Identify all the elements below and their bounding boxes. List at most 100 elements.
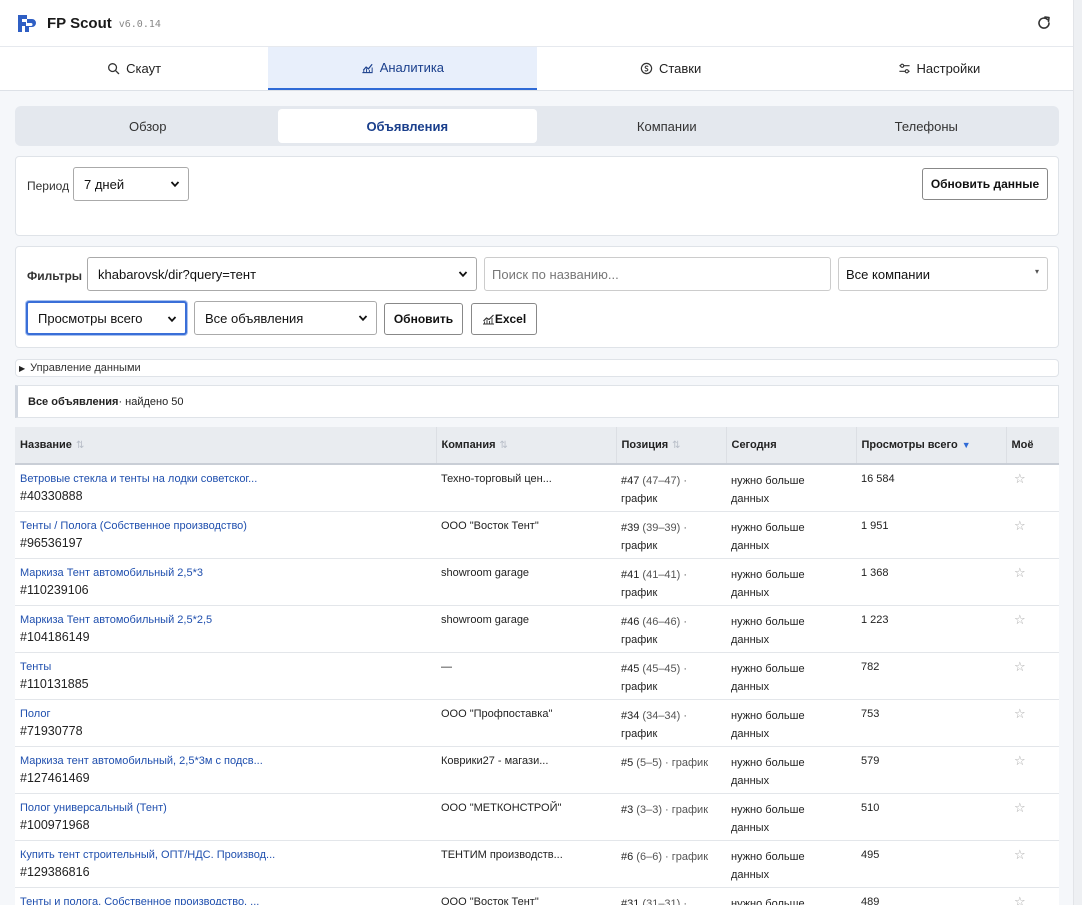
filters-label: Фильтры (27, 269, 83, 283)
chart-icon (362, 63, 373, 74)
ad-title-link[interactable]: Полог универсальный (Тент) (20, 801, 431, 815)
today-line-1: нужно больше (731, 568, 805, 581)
query-select[interactable]: khabarovsk/dir?query=тент (87, 257, 477, 291)
cell-views: 579 (856, 746, 1006, 794)
position-chart-link[interactable]: график (621, 634, 657, 646)
tab-scout[interactable]: Скаут (0, 47, 268, 90)
chevron-down-icon (458, 271, 468, 278)
tab-bids-label: Ставки (658, 61, 702, 76)
chart-icon (482, 314, 494, 325)
star-icon[interactable]: ☆ (1006, 887, 1059, 905)
ad-title-link[interactable]: Купить тент строительный, ОПТ/НДС. Произ… (20, 848, 431, 862)
star-icon[interactable]: ☆ (1006, 558, 1059, 606)
excel-button[interactable]: Excel (471, 303, 537, 335)
position-chart-link[interactable]: график (621, 540, 657, 552)
today-line-1: нужно больше (731, 803, 805, 816)
cell-today: нужно больше данных (726, 840, 856, 888)
ad-title-link[interactable]: Маркиза Тент автомобильный 2,5*3 (20, 566, 431, 580)
search-input[interactable]: Поиск по названию... (484, 257, 831, 291)
table-row: Маркиза тент автомобильный, 2,5*3м с под… (15, 746, 1059, 794)
position-chart-link[interactable]: график (621, 587, 657, 599)
period-select-value: 7 дней (84, 176, 125, 192)
today-line-1: нужно больше (731, 521, 805, 534)
tab-analytics[interactable]: Аналитика (268, 47, 537, 90)
star-icon[interactable]: ☆ (1006, 464, 1059, 512)
cell-today: нужно больше данных (726, 793, 856, 841)
ad-title-link[interactable]: Тенты / Полога (Собственное производство… (20, 519, 431, 533)
position-range: (46–46) · (639, 615, 688, 628)
position-value: #39 (621, 521, 640, 534)
ad-title-link[interactable]: Полог (20, 707, 431, 721)
cell-views: 782 (856, 652, 1006, 700)
ads-select[interactable]: Все объявления (194, 301, 377, 335)
metric-select-value: Просмотры всего (38, 310, 143, 326)
subtab-overview[interactable]: Обзор (18, 109, 278, 143)
metric-select[interactable]: Просмотры всего (26, 301, 187, 335)
ad-title-link[interactable]: Тенты и пологa. Собственное производство… (20, 895, 431, 905)
position-range: (39–39) · (639, 521, 688, 534)
cell-views: 753 (856, 699, 1006, 747)
position-value: #47 (621, 475, 640, 487)
sub-tabs: Обзор Объявления Компании Телефоны (15, 106, 1059, 146)
ad-title-link[interactable]: Маркиза тент автомобильный, 2,5*3м с под… (20, 754, 431, 768)
subtab-ads[interactable]: Объявления (277, 109, 537, 143)
cell-position: #34 (34–34) · график (616, 699, 726, 747)
cell-views: 495 (856, 840, 1006, 888)
cell-today: нужно больше данных (726, 699, 856, 747)
period-select[interactable]: 7 дней (73, 167, 189, 201)
star-icon[interactable]: ☆ (1006, 699, 1059, 747)
cell-name: Тенты #110131885 (15, 652, 436, 700)
tab-bids[interactable]: Ставки (537, 47, 805, 90)
today-line-2: данных (731, 868, 770, 881)
table-header-row: Название ⇅ Компания ⇅ Позиция ⇅ Сегодня Про… (15, 427, 1059, 465)
sort-icon: ⇅ (499, 440, 508, 451)
ad-title-link[interactable]: Тенты (20, 660, 431, 674)
star-icon[interactable]: ☆ (1006, 840, 1059, 888)
position-chart-link[interactable]: график (621, 681, 657, 693)
today-line-2: данных (731, 633, 770, 646)
update-button[interactable]: Обновить (384, 303, 463, 335)
position-chart-link[interactable]: график (621, 493, 657, 505)
ad-id: #104186149 (20, 629, 90, 644)
page-scrollbar[interactable] (1073, 0, 1082, 905)
period-card: Период 7 дней Обновить данные (15, 156, 1059, 236)
position-value: #5 (621, 756, 634, 769)
position-value: #46 (621, 615, 640, 628)
cell-views: 510 (856, 793, 1006, 841)
fp-logo-icon (18, 15, 36, 32)
subtab-companies[interactable]: Компании (537, 109, 797, 143)
star-icon[interactable]: ☆ (1006, 793, 1059, 841)
ad-title-link[interactable]: Ветровые стекла и тенты на лодки советск… (20, 472, 431, 486)
data-management-toggle[interactable]: ▶ Управление данными (15, 359, 1059, 377)
star-icon[interactable]: ☆ (1006, 652, 1059, 700)
company-select[interactable]: Все компании ▾ (838, 257, 1048, 291)
position-value: #3 (621, 803, 634, 816)
ad-id: #40330888 (20, 489, 83, 503)
cell-company: ООО "Профпоставка" (436, 699, 616, 747)
cell-company: ТЕНТИМ производств... (436, 840, 616, 888)
refresh-data-button[interactable]: Обновить данные (922, 168, 1048, 200)
today-line-1: нужно больше (731, 897, 805, 905)
tab-settings[interactable]: Настройки (805, 47, 1073, 90)
cell-position: #31 (31–31) · (616, 887, 726, 905)
filter-card: Фильтры khabarovsk/dir?query=тент Поиск … (15, 246, 1059, 348)
today-line-1: нужно больше (731, 709, 805, 722)
position-range: (45–45) · (639, 662, 688, 675)
cell-position: #5 (5–5) · график (616, 746, 726, 794)
today-line-2: данных (731, 493, 770, 505)
star-icon[interactable]: ☆ (1006, 511, 1059, 559)
star-icon[interactable]: ☆ (1006, 746, 1059, 794)
star-icon[interactable]: ☆ (1006, 605, 1059, 653)
refresh-icon[interactable] (1033, 12, 1055, 34)
col-company[interactable]: Компания ⇅ (436, 427, 617, 465)
col-views-total[interactable]: Просмотры всего ▼ (856, 427, 1007, 465)
subtab-phones[interactable]: Телефоны (797, 109, 1057, 143)
table-row: Тенты и пологa. Собственное производство… (15, 887, 1059, 905)
ad-title-link[interactable]: Маркиза Тент автомобильный 2,5*2,5 (20, 613, 431, 627)
today-line-2: данных (731, 586, 770, 599)
col-position[interactable]: Позиция ⇅ (616, 427, 727, 465)
caret-right-icon: ▶ (19, 363, 26, 373)
col-name[interactable]: Название ⇅ (15, 427, 437, 465)
cell-name: Тенты / Полога (Собственное производство… (15, 511, 436, 559)
position-chart-link[interactable]: график (621, 728, 657, 740)
